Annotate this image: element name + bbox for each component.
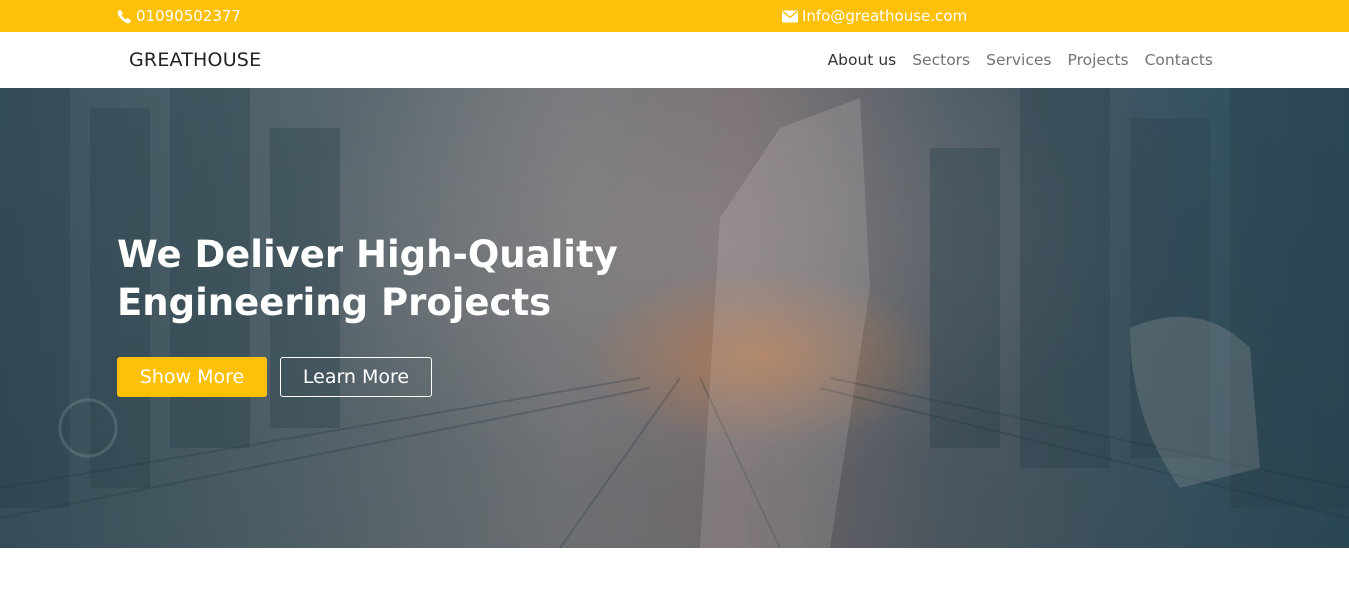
nav-item-contacts[interactable]: Contacts	[1145, 51, 1213, 69]
nav-item-sectors[interactable]: Sectors	[912, 51, 970, 69]
top-contact-bar: 01090502377 Info@greathouse.com	[0, 0, 1349, 32]
nav-item-services[interactable]: Services	[986, 51, 1051, 69]
learn-more-button[interactable]: Learn More	[280, 357, 432, 397]
nav-item-about-us[interactable]: About us	[828, 51, 897, 69]
show-more-button[interactable]: Show More	[117, 357, 267, 397]
brand-logo[interactable]: GREATHOUSE	[129, 32, 261, 88]
nav-menu: About us Sectors Services Projects Conta…	[812, 32, 1213, 88]
main-navbar: GREATHOUSE About us Sectors Services Pro…	[0, 32, 1349, 88]
email-address: Info@greathouse.com	[802, 7, 968, 25]
phone-icon	[117, 9, 132, 23]
email-contact[interactable]: Info@greathouse.com	[782, 0, 967, 32]
nav-item-projects[interactable]: Projects	[1068, 51, 1129, 69]
envelope-icon	[782, 10, 798, 22]
phone-contact[interactable]: 01090502377	[117, 0, 241, 32]
phone-number: 01090502377	[136, 7, 241, 25]
hero-title: We Deliver High-Quality Engineering Proj…	[117, 233, 618, 324]
hero-banner: We Deliver High-Quality Engineering Proj…	[0, 88, 1349, 548]
